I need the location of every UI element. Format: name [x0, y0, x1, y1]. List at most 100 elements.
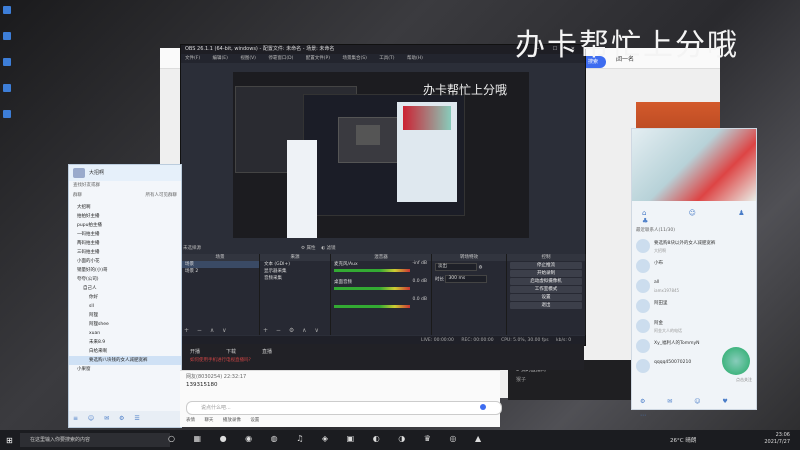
virtual-camera-button[interactable]: 启动虚拟摄像机 [510, 278, 582, 285]
scene-item[interactable]: 场景 2 [181, 268, 259, 275]
volume-meter[interactable] [334, 287, 410, 290]
avatar [636, 359, 650, 373]
contact-sub: 大招啊 [654, 248, 666, 253]
mobile-nav[interactable]: ⌂ ☺ ♟ ♣ [632, 209, 766, 225]
list-item[interactable]: 阿狸shee [69, 320, 181, 329]
rec-time: REC: 00:00:00 [461, 338, 494, 343]
contact-row[interactable]: 阿田里 [636, 297, 756, 317]
properties-button[interactable]: ⚙ 属性 [301, 246, 315, 251]
live-room-user: 猴子 [516, 377, 527, 383]
stop-streaming-button[interactable]: 停止推流 [510, 262, 582, 269]
send-icon[interactable] [480, 404, 486, 410]
controls-header: 控制 [507, 254, 585, 261]
list-item[interactable]: 夸夸(公司) [69, 275, 181, 284]
source-item[interactable]: 音频采集 [260, 275, 330, 282]
taskbar-search-input[interactable]: 在这里输入你要搜索的内容 [20, 433, 170, 447]
list-item[interactable]: 要选购八块钱的女人减肥宽裤 [69, 356, 181, 365]
list-item[interactable]: 未来8.9 [69, 338, 181, 347]
list-item[interactable]: 大招啊 [69, 203, 181, 212]
taskbar-apps[interactable]: ○ ▦ ● ◉ ◍ ♫ ◈ ▣ ◐ ◑ ♛ ◎ ▲ [168, 434, 489, 443]
tab-groups[interactable]: 群聊 [73, 193, 82, 198]
mixer-channel: 桌面音频 0.0 dB [331, 279, 431, 297]
exit-button[interactable]: 退出 [510, 302, 582, 309]
transitions-header: 转场特效 [432, 254, 506, 261]
menu-file[interactable]: 文件(F) [185, 56, 200, 61]
menu-tools[interactable]: 工具(T) [379, 56, 394, 61]
list-item[interactable]: 阿狸 [69, 311, 181, 320]
taskbar-clock[interactable]: 23:06 2021/7/27 [764, 432, 790, 446]
list-item[interactable]: 销量好的(小)哥 [69, 266, 181, 275]
list-item[interactable]: 拍拍好主播 [69, 212, 181, 221]
menu-scene-collection[interactable]: 场景集合(S) [342, 56, 366, 61]
playback-button[interactable]: 播放录像 [223, 418, 241, 423]
download-icon[interactable]: 下载 [226, 348, 236, 355]
live-icon[interactable]: 直播 [262, 348, 272, 355]
menu-profile[interactable]: 配置文件(P) [306, 56, 330, 61]
desktop-shortcut-icon[interactable] [3, 84, 11, 92]
desktop-shortcut-icon[interactable] [3, 32, 11, 40]
source-item[interactable]: 显示器采集 [260, 268, 330, 275]
list-item[interactable]: 三码拍主播 [69, 248, 181, 257]
scene-item[interactable]: 场景 [181, 261, 259, 268]
gear-icon[interactable]: ⚙ [478, 266, 482, 271]
qq-bottom-toolbar[interactable]: ≡ ☺ ✉ ⚙ ☰ [69, 411, 185, 427]
menu-edit[interactable]: 编辑(E) [213, 56, 228, 61]
studio-mode-button[interactable]: 工作室模式 [510, 286, 582, 293]
start-recording-button[interactable]: 开始录制 [510, 270, 582, 277]
go-live-icon[interactable]: 开播 [190, 348, 200, 355]
chat-panel: 网友(8030254) 22:32:17 139315180 说点什么吧... … [180, 370, 502, 427]
duration-input[interactable]: 300 ms [445, 275, 488, 283]
chat-button[interactable]: 聊天 [204, 418, 213, 423]
avatar [636, 239, 650, 253]
contact-row[interactable]: all iamx197845 [636, 277, 756, 297]
menu-docks[interactable]: 停靠窗口(D) [268, 56, 293, 61]
channel-label: 桌面音频 [334, 280, 352, 285]
list-item[interactable]: 两码拍主播 [69, 239, 181, 248]
contact-row[interactable]: 阿金 阿金大人的电话 [636, 317, 756, 337]
menu-help[interactable]: 帮助(H) [407, 56, 423, 61]
menu-view[interactable]: 视图(V) [240, 56, 256, 61]
list-item[interactable]: 你好 [69, 293, 181, 302]
list-item[interactable]: 一码拍主播 [69, 230, 181, 239]
list-item[interactable]: 白给来啊 [69, 347, 181, 356]
follow-tip[interactable]: 点击关注 [736, 377, 752, 383]
list-item[interactable]: sll [69, 302, 181, 311]
qq-group-bar: 群聊 所有人可见群聊 [69, 191, 181, 201]
list-item[interactable]: 自己人 [69, 284, 181, 293]
contact-row[interactable]: 要选购8块以外的女人减肥宽裤 大招啊 [636, 237, 756, 257]
mixer-header: 混音器 [331, 254, 431, 261]
scenes-toolbar[interactable]: + − ∧ ∨ [181, 327, 259, 335]
list-item[interactable]: 小面的小花 [69, 257, 181, 266]
list-item[interactable]: 小果窗 [69, 365, 181, 374]
chat-input[interactable]: 说点什么吧... [186, 401, 502, 415]
recent-contacts-title: 最近联系人(11/30) [636, 228, 675, 233]
list-item[interactable]: pupu拍主播 [69, 221, 181, 230]
emoji-button[interactable]: 表情 [186, 418, 195, 423]
desktop-shortcut-icon[interactable] [3, 6, 11, 14]
weather-status[interactable]: 26°C 晴朗 [670, 436, 696, 444]
mobile-bottom-toolbar[interactable]: ⚙ ✉ ☺ ♥ ⋯ [632, 395, 764, 419]
windows-start-icon[interactable]: ⊞ [6, 436, 13, 445]
search-input[interactable]: 查找好友或群 [73, 183, 100, 188]
desktop-shortcut-icon[interactable] [3, 110, 11, 118]
mixer-dock: 混音器 麦克风/Aux -inf dB 桌面音频 0.0 dB 0.0 dB [331, 254, 432, 335]
settings-button[interactable]: 设置 [250, 418, 259, 423]
contact-name: Xy_福利人的TommyN [654, 341, 700, 346]
nested-mobile-qq [397, 102, 457, 202]
source-item[interactable]: 文本 (GDI+) [260, 261, 330, 268]
avatar[interactable] [73, 168, 85, 178]
scenes-dock: 场景 场景 场景 2 + − ∧ ∨ [181, 254, 260, 335]
transition-select[interactable]: 淡出 [435, 263, 477, 271]
help-hint[interactable]: 如何使用手机进行电视直播吗? [190, 357, 251, 363]
sources-toolbar[interactable]: + − ⚙ ∧ ∨ [260, 327, 330, 335]
contact-name: 要选购8块以外的女人减肥宽裤 [654, 241, 716, 246]
volume-meter[interactable] [334, 269, 410, 272]
gift-icon[interactable] [722, 347, 750, 375]
desktop-shortcut-icon[interactable] [3, 58, 11, 66]
contact-row[interactable]: 小布 [636, 257, 756, 277]
filters-button[interactable]: ◐ 滤镜 [321, 246, 335, 251]
list-item[interactable]: xuan [69, 329, 181, 338]
clock-date: 2021/7/27 [764, 439, 790, 445]
volume-meter[interactable] [334, 305, 410, 308]
settings-button[interactable]: 设置 [510, 294, 582, 301]
